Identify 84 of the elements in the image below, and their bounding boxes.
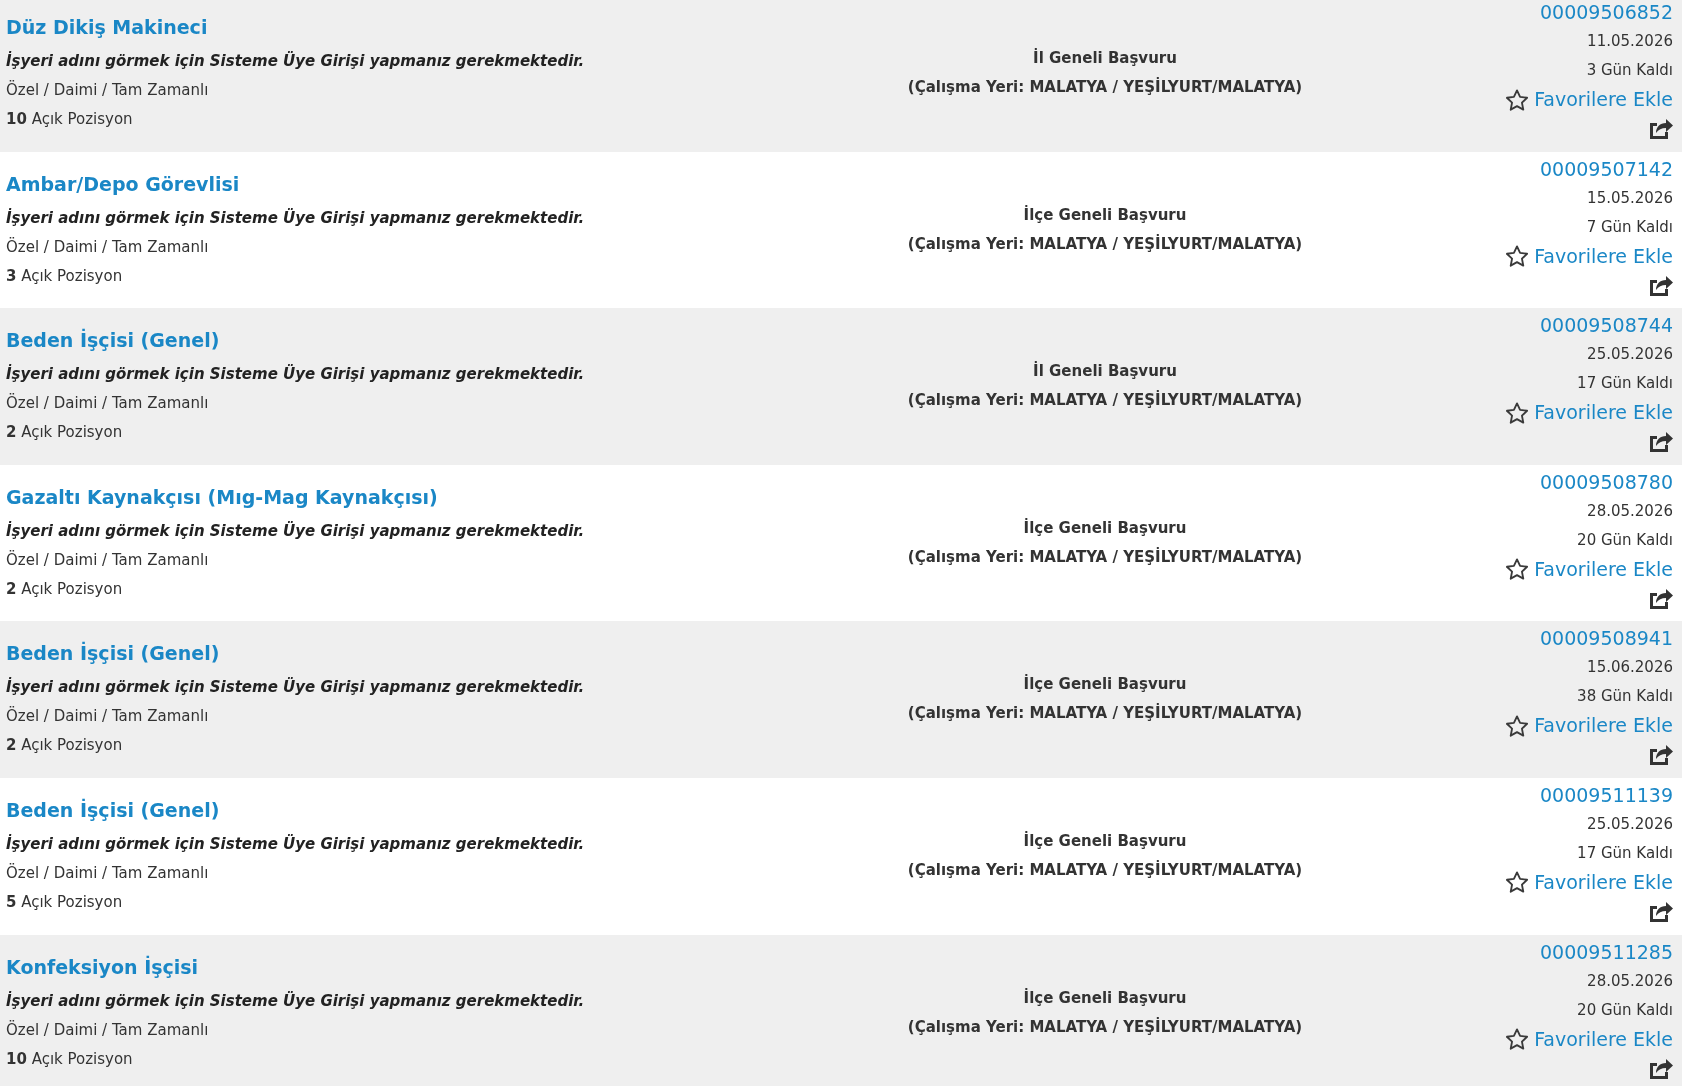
share-icon[interactable] <box>1649 430 1673 453</box>
days-left: 3 Gün Kaldı <box>1586 60 1673 81</box>
job-title-link[interactable]: Gazaltı Kaynakçısı (Mıg-Mag Kaynakçısı) <box>6 483 438 510</box>
star-icon <box>1506 401 1529 424</box>
employment-type: Özel / Daimi / Tam Zamanlı <box>6 705 209 728</box>
deadline-date: 28.05.2026 <box>1587 970 1673 992</box>
share-icon[interactable] <box>1649 899 1673 922</box>
star-icon <box>1506 714 1529 737</box>
days-left: 20 Gün Kaldı <box>1577 999 1673 1021</box>
employer-notice: İşyeri adını görmek için Sisteme Üye Girişi yapmanız gerekmektedir. <box>6 520 585 542</box>
application-scope: İlçe Geneli Başvuru <box>1023 987 1187 1009</box>
listing-number-link[interactable]: 00009508780 <box>1540 467 1673 497</box>
listing-number-link[interactable]: 00009507142 <box>1540 154 1673 184</box>
employer-notice: İşyeri adını görmek için Sisteme Üye Girişi yapmanız gerekmektedir. <box>6 207 585 229</box>
add-to-favorites-link[interactable]: Favorilere Ekle <box>1506 1024 1673 1054</box>
add-to-favorites-link[interactable]: Favorilere Ekle <box>1506 398 1673 428</box>
deadline-date: 11.05.2026 <box>1587 31 1673 52</box>
star-icon <box>1506 1028 1529 1051</box>
deadline-date: 15.06.2026 <box>1587 657 1673 679</box>
star-icon <box>1506 871 1529 894</box>
deadline-date: 15.05.2026 <box>1587 187 1673 209</box>
days-left: 17 Gün Kaldı <box>1577 373 1673 395</box>
job-title-link[interactable]: Beden İşçisi (Genel) <box>6 327 220 354</box>
employment-type: Özel / Daimi / Tam Zamanlı <box>6 236 209 258</box>
share-icon[interactable] <box>1649 743 1673 766</box>
work-location: (Çalışma Yeri: MALATYA / YEŞİLYURT/MALATYA) <box>907 702 1303 725</box>
open-positions: 2 Açık Pozisyon <box>6 578 123 600</box>
days-left: 20 Gün Kaldı <box>1577 529 1673 551</box>
job-title-link[interactable]: Beden İşçisi (Genel) <box>6 640 220 667</box>
days-left: 7 Gün Kaldı <box>1586 216 1673 238</box>
listing-number-link[interactable]: 00009506852 <box>1540 0 1673 27</box>
application-scope: İl Geneli Başvuru <box>1033 360 1177 383</box>
listing-number-link[interactable]: 00009511285 <box>1540 937 1673 967</box>
deadline-date: 28.05.2026 <box>1587 500 1673 522</box>
application-scope: İlçe Geneli Başvuru <box>1023 204 1187 226</box>
share-icon[interactable] <box>1649 117 1673 139</box>
work-location: (Çalışma Yeri: MALATYA / YEŞİLYURT/MALATYA) <box>907 859 1303 881</box>
share-icon[interactable] <box>1649 273 1673 296</box>
job-title-link[interactable]: Beden İşçisi (Genel) <box>6 796 220 823</box>
employer-notice: İşyeri adını görmek için Sisteme Üye Girişi yapmanız gerekmektedir. <box>6 833 585 855</box>
star-icon <box>1506 245 1529 268</box>
share-icon[interactable] <box>1649 586 1673 609</box>
employment-type: Özel / Daimi / Tam Zamanlı <box>6 862 209 884</box>
listing-number-link[interactable]: 00009508941 <box>1540 624 1673 654</box>
add-to-favorites-link[interactable]: Favorilere Ekle <box>1506 241 1673 271</box>
open-positions: 3 Açık Pozisyon <box>6 265 123 287</box>
job-title-link[interactable]: Konfeksiyon İşçisi <box>6 953 199 980</box>
work-location: (Çalışma Yeri: MALATYA / YEŞİLYURT/MALATYA) <box>907 546 1303 568</box>
star-icon <box>1506 88 1529 111</box>
open-positions: 10 Açık Pozisyon <box>6 109 133 130</box>
employer-notice: İşyeri adını görmek için Sisteme Üye Girişi yapmanız gerekmektedir. <box>6 50 585 72</box>
employment-type: Özel / Daimi / Tam Zamanlı <box>6 79 209 101</box>
employer-notice: İşyeri adını görmek için Sisteme Üye Girişi yapmanız gerekmektedir. <box>6 990 585 1012</box>
application-scope: İlçe Geneli Başvuru <box>1023 517 1187 539</box>
application-scope: İl Geneli Başvuru <box>1033 47 1177 69</box>
add-to-favorites-link[interactable]: Favorilere Ekle <box>1506 554 1673 584</box>
application-scope: İlçe Geneli Başvuru <box>1023 830 1187 852</box>
listing-number-link[interactable]: 00009511139 <box>1540 780 1673 810</box>
work-location: (Çalışma Yeri: MALATYA / YEŞİLYURT/MALATYA) <box>907 389 1303 412</box>
add-to-favorites-link[interactable]: Favorilere Ekle <box>1506 867 1673 897</box>
employment-type: Özel / Daimi / Tam Zamanlı <box>6 549 209 571</box>
work-location: (Çalışma Yeri: MALATYA / YEŞİLYURT/MALATYA) <box>907 76 1303 98</box>
employment-type: Özel / Daimi / Tam Zamanlı <box>6 392 209 415</box>
open-positions: 2 Açık Pozisyon <box>6 422 123 444</box>
open-positions: 10 Açık Pozisyon <box>6 1048 133 1070</box>
listing-number-link[interactable]: 00009508744 <box>1540 311 1673 341</box>
add-to-favorites-link[interactable]: Favorilere Ekle <box>1506 711 1673 741</box>
open-positions: 5 Açık Pozisyon <box>6 891 123 913</box>
days-left: 38 Gün Kaldı <box>1577 686 1673 708</box>
star-icon <box>1506 558 1529 581</box>
application-scope: İlçe Geneli Başvuru <box>1023 673 1187 696</box>
job-title-link[interactable]: Ambar/Depo Görevlisi <box>6 170 240 197</box>
deadline-date: 25.05.2026 <box>1587 344 1673 366</box>
days-left: 17 Gün Kaldı <box>1577 842 1673 864</box>
open-positions: 2 Açık Pozisyon <box>6 735 123 757</box>
job-title-link[interactable]: Düz Dikiş Makineci <box>6 14 208 40</box>
deadline-date: 25.05.2026 <box>1587 813 1673 835</box>
share-icon[interactable] <box>1649 1056 1673 1079</box>
work-location: (Çalışma Yeri: MALATYA / YEŞİLYURT/MALATYA) <box>907 233 1303 255</box>
add-to-favorites-link[interactable]: Favorilere Ekle <box>1506 85 1673 114</box>
employer-notice: İşyeri adını görmek için Sisteme Üye Girişi yapmanız gerekmektedir. <box>6 676 585 699</box>
employment-type: Özel / Daimi / Tam Zamanlı <box>6 1019 209 1041</box>
employer-notice: İşyeri adını görmek için Sisteme Üye Girişi yapmanız gerekmektedir. <box>6 363 585 386</box>
work-location: (Çalışma Yeri: MALATYA / YEŞİLYURT/MALATYA) <box>907 1016 1303 1038</box>
